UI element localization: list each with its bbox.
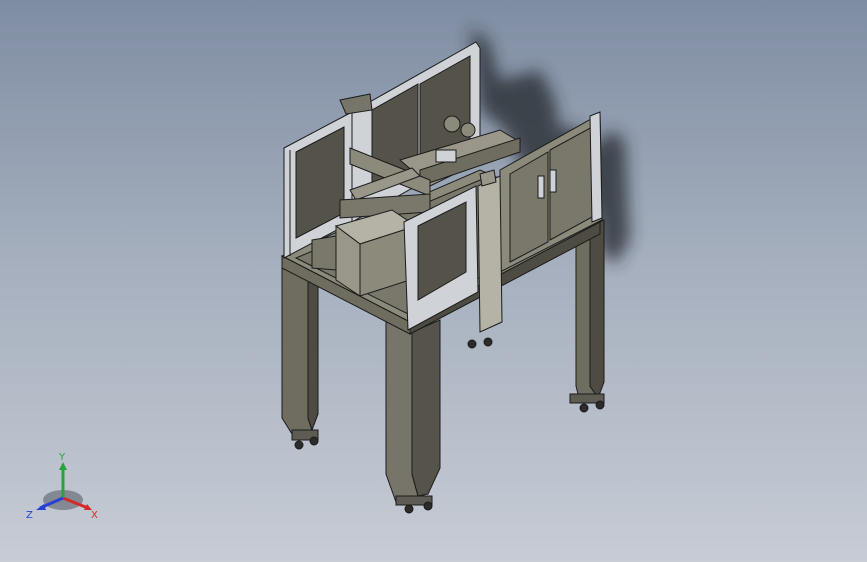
model-viewport[interactable]: Y X Z xyxy=(0,0,867,562)
triad-y-label: Y xyxy=(58,452,66,463)
machine-model-3d[interactable] xyxy=(0,0,867,562)
triad-z-label: Z xyxy=(26,510,33,521)
triad-y-arrow xyxy=(59,462,67,470)
orientation-triad: Y X Z xyxy=(26,452,98,521)
triad-x-label: X xyxy=(91,510,98,521)
